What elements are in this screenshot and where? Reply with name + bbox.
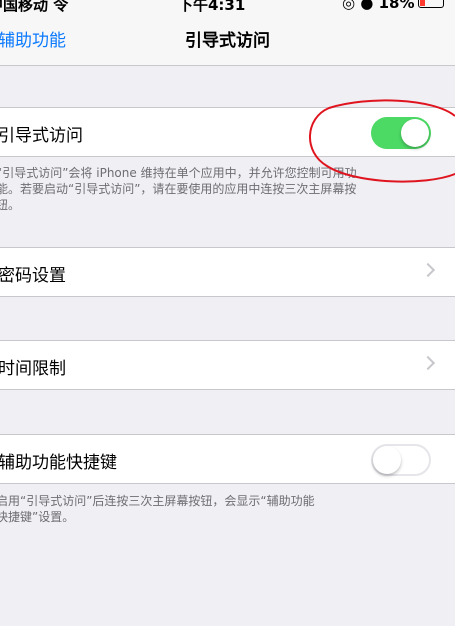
accessibility-shortcut-toggle[interactable] [371,444,431,476]
page-title: 引导式访问 [185,31,270,51]
passcode-settings-row[interactable]: 密码设置 [0,247,455,297]
guided-access-toggle[interactable] [371,117,431,149]
accessibility-shortcut-label: 辅助功能快捷键 [0,453,117,473]
footnote-line: 钮。 [0,198,21,212]
time-label: 下午4:31 [178,0,246,14]
toggle-knob [373,446,401,474]
footnote-line: 启用“引导式访问”后连按三次主屏幕按钮，会显示“辅助功能 [0,494,315,508]
accessibility-shortcut-row: 辅助功能快捷键 [0,434,455,484]
chevron-right-icon [420,262,436,278]
guided-access-footnote: “引导式访问”会将 iPhone 维持在单个应用中，并允许您控制可用功 能。若要… [0,165,441,213]
time-limits-row[interactable]: 时间限制 [0,340,455,390]
carrier-label: 中国移动 令 [0,0,69,14]
navigation-bar: 辅助功能 引导式访问 [0,14,455,66]
time-limits-label: 时间限制 [0,359,66,379]
guided-access-row: 引导式访问 [0,107,455,157]
footnote-line: 能。若要启动“引导式访问”，请在要使用的应用中连按三次主屏幕按 [0,182,357,196]
guided-access-label: 引导式访问 [0,126,83,146]
battery-icon [418,0,444,8]
status-bar: 中国移动 令 下午4:31 ◎ ● 18% [0,0,455,14]
toggle-knob [401,119,429,147]
chevron-right-icon [420,355,436,371]
passcode-settings-label: 密码设置 [0,266,66,286]
footnote-line: 快捷键”设置。 [0,510,75,524]
battery-percent: ◎ ● 18% [342,0,415,12]
footnote-line: “引导式访问”会将 iPhone 维持在单个应用中，并允许您控制可用功 [0,166,357,180]
accessibility-shortcut-footnote: 启用“引导式访问”后连按三次主屏幕按钮，会显示“辅助功能 快捷键”设置。 [0,493,441,525]
